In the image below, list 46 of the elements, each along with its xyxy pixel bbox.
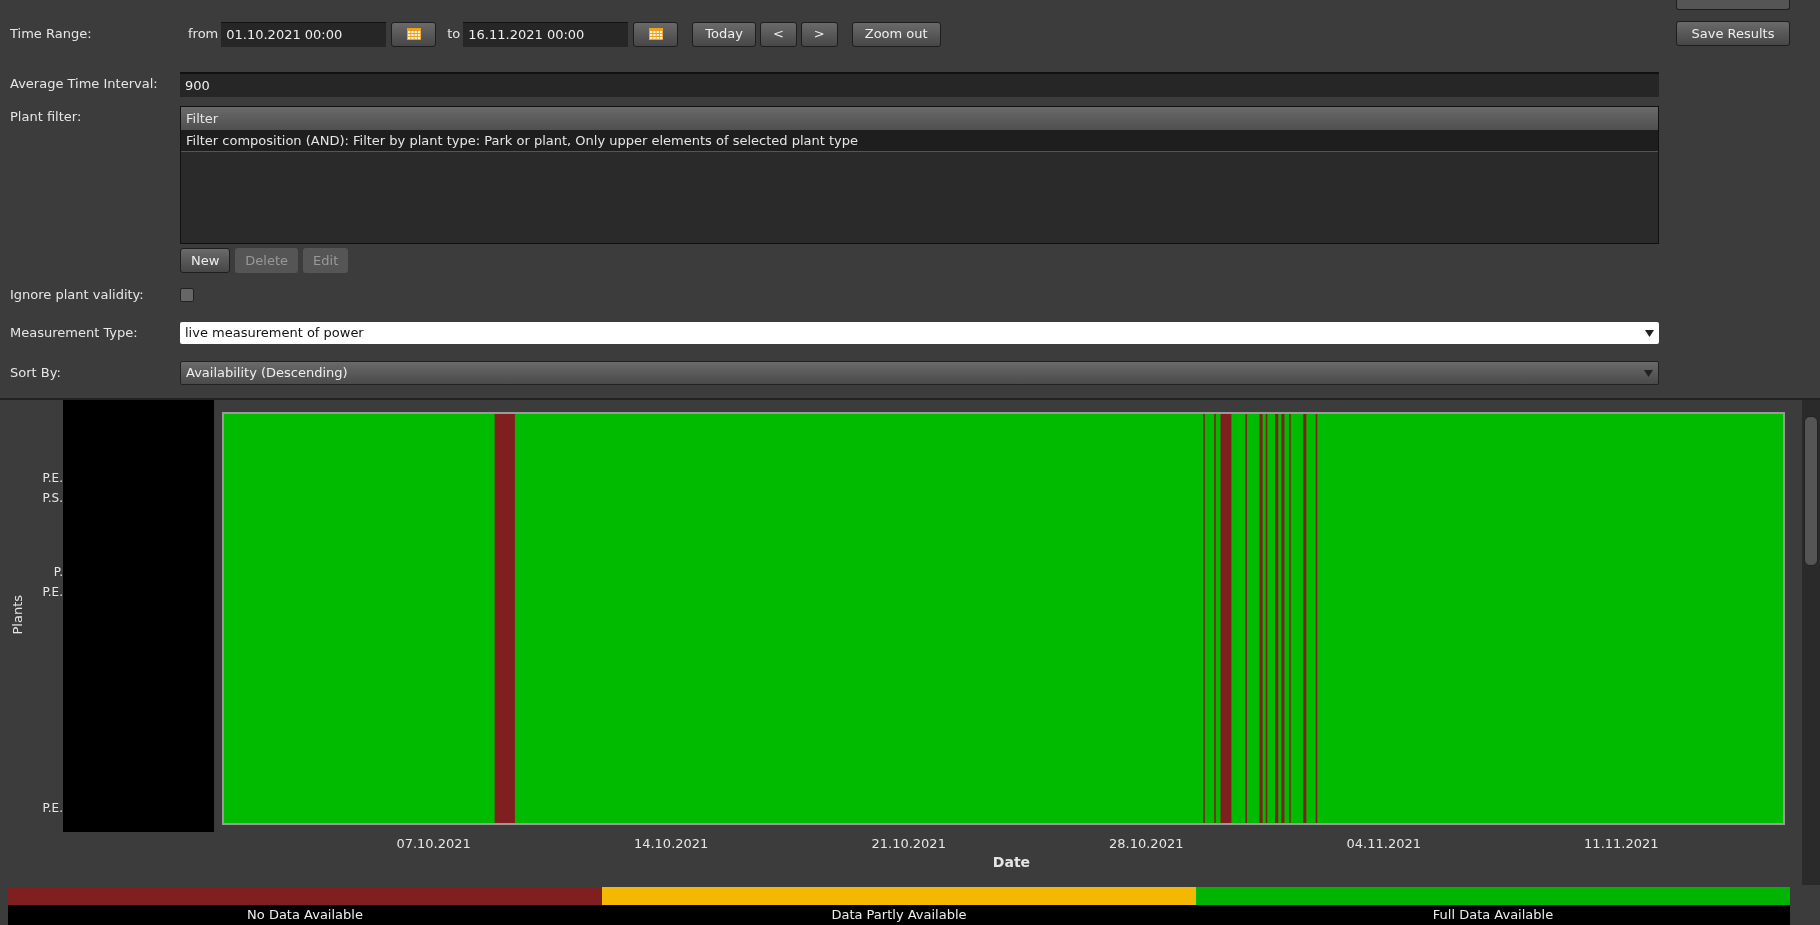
x-tick-label: 04.11.2021 [1346, 835, 1421, 853]
from-label: from [188, 25, 219, 44]
x-tick-label: 11.11.2021 [1584, 835, 1659, 853]
x-tick-label: 07.10.2021 [396, 835, 471, 853]
calendar-button[interactable] [633, 21, 679, 47]
nav-button[interactable]: < [759, 21, 797, 47]
y-tick-label: P.E. [42, 585, 63, 600]
calendar-button[interactable] [391, 21, 437, 47]
y-tick-label: P.E. [42, 800, 63, 815]
filter-row[interactable]: Filter composition (AND): Filter by plant type: Park or plant, Only upper elements of selected plant type [181, 130, 1658, 152]
legend-label: No Data Available [247, 906, 363, 925]
caret-down-icon [1644, 369, 1653, 377]
save-results-button[interactable]: Save Results [1676, 21, 1790, 46]
field-label: Ignore plant validity: [10, 286, 145, 305]
y-axis-label: Plants [9, 595, 27, 635]
button-edge[interactable] [1676, 0, 1790, 10]
field-label: Plant filter: [10, 108, 83, 126]
zoom-out-button[interactable]: Zoom out [851, 21, 941, 47]
caret-down-icon [1645, 329, 1654, 337]
to-date-field[interactable]: 16.11.2021 00:00 [463, 21, 629, 47]
x-tick-label: 14.10.2021 [633, 835, 709, 853]
x-tick-label: 21.10.2021 [871, 835, 946, 853]
field-label: Average Time Interval: [10, 75, 159, 94]
scrollbar[interactable] [1802, 400, 1820, 885]
field-label: Measurement Type: [10, 324, 139, 343]
checkbox[interactable] [180, 288, 194, 302]
calendar-icon [648, 28, 663, 40]
measurement-dropdown[interactable]: live measurement of power [180, 322, 1659, 344]
y-tick-label: P. [53, 564, 63, 579]
sort-dropdown[interactable]: Availability (Descending) [180, 361, 1659, 385]
x-tick-label: 28.10.2021 [1109, 835, 1184, 853]
field-label: Time Range: [10, 25, 93, 44]
to-label: to [447, 25, 461, 44]
legend-label: Full Data Available [1432, 906, 1554, 925]
calendar-icon [406, 28, 421, 40]
nav-button[interactable]: Today [692, 21, 756, 47]
field-label: Sort By: [10, 364, 62, 383]
y-tick-label: P.S. [42, 491, 63, 506]
interval-field[interactable]: 900 [180, 71, 1659, 97]
nav-button[interactable]: > [800, 21, 838, 47]
column-header: Filter [181, 107, 1658, 130]
filter-button[interactable]: New [180, 248, 231, 273]
y-tick-label: P.E. [42, 470, 63, 485]
legend-label: Data Partly Available [831, 906, 967, 925]
from-date-field[interactable]: 01.10.2021 00:00 [221, 21, 387, 47]
x-axis-label: Date [992, 853, 1031, 872]
